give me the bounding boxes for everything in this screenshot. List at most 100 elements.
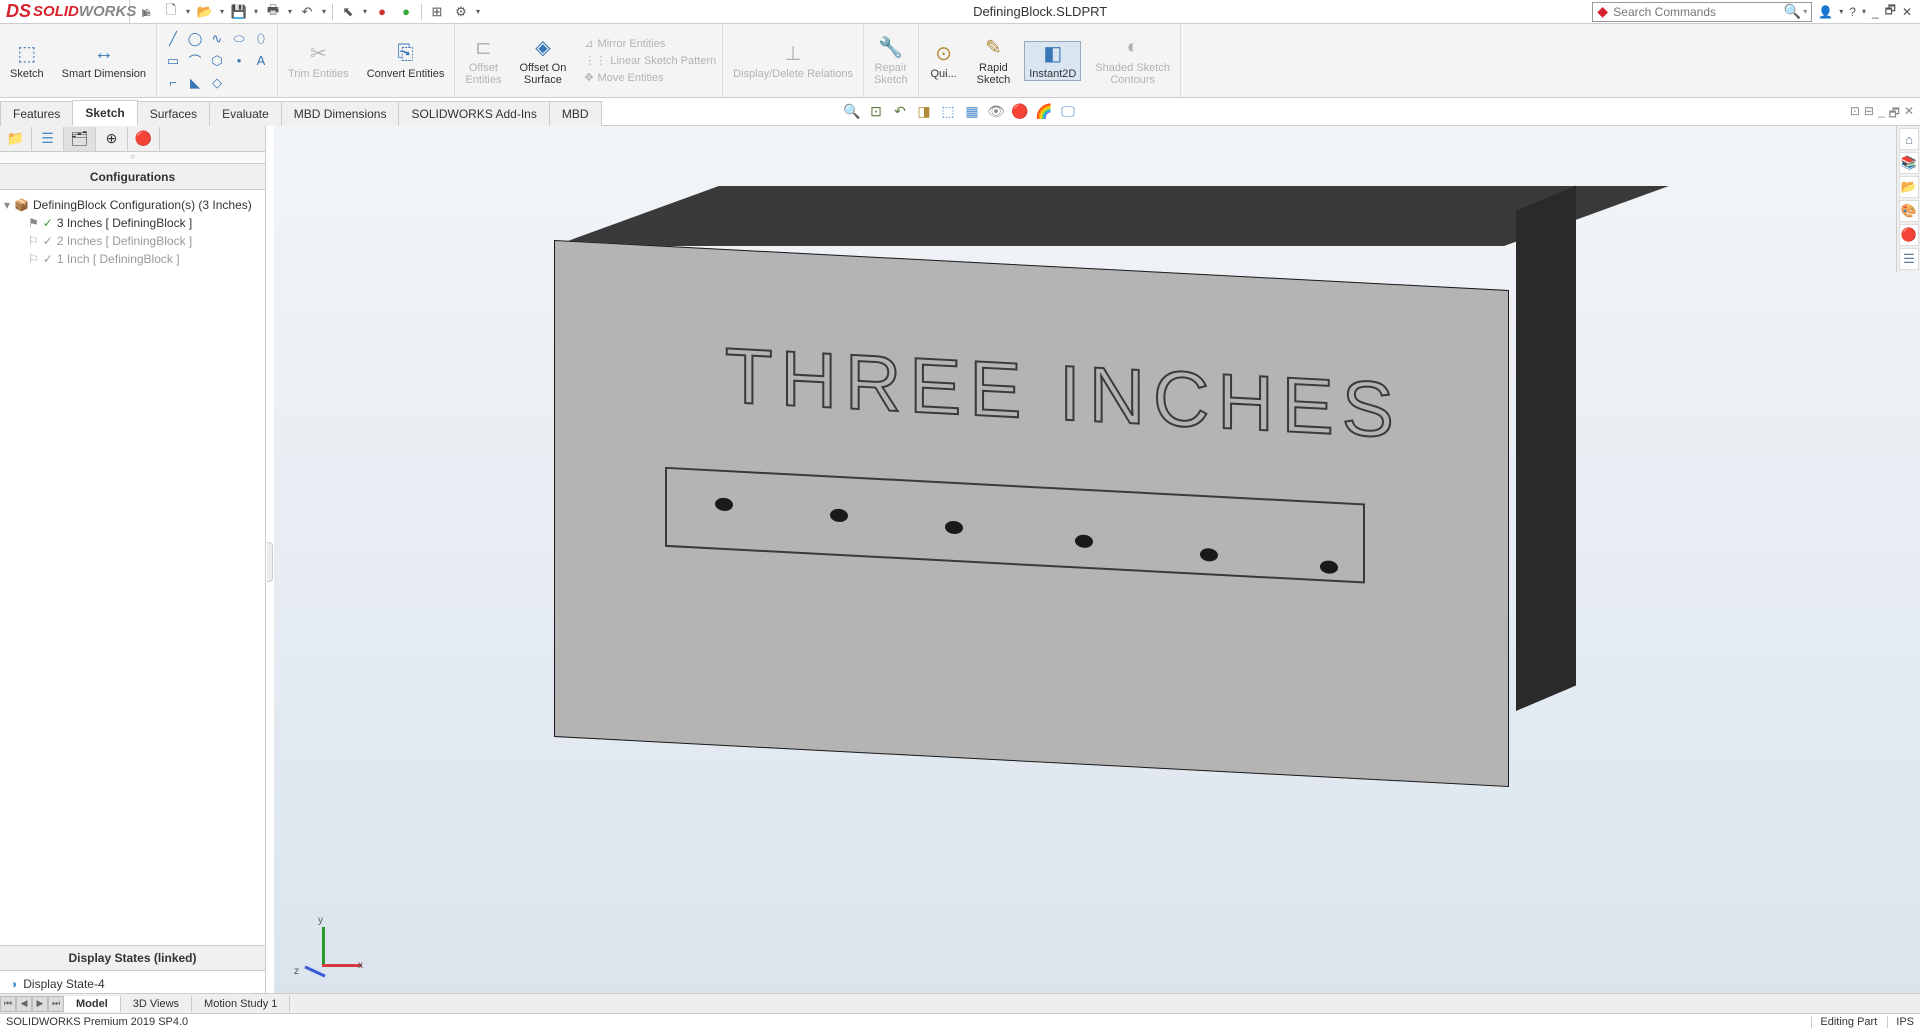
sketch-button[interactable]: ⬚ Sketch bbox=[6, 42, 48, 80]
dropdown-icon[interactable]: ▾ bbox=[252, 2, 260, 22]
open-icon[interactable]: 📂 bbox=[194, 2, 216, 22]
point-tool-icon[interactable]: • bbox=[229, 51, 249, 71]
undo-icon[interactable]: ↶ bbox=[296, 2, 318, 22]
fillet-tool-icon[interactable]: ⌐ bbox=[163, 73, 183, 93]
slot-tool-icon[interactable]: ⬭ bbox=[229, 29, 249, 49]
search-input[interactable] bbox=[1613, 5, 1784, 19]
config-root[interactable]: ▾ 📦 DefiningBlock Configuration(s) (3 In… bbox=[4, 196, 261, 214]
view-orientation-icon[interactable]: ⬚ bbox=[939, 102, 957, 120]
apply-scene-icon[interactable]: 🌈 bbox=[1035, 102, 1053, 120]
instant2d-button[interactable]: ◧ Instant2D bbox=[1024, 41, 1081, 81]
appearances-icon[interactable]: 🔴 bbox=[1899, 224, 1919, 246]
file-explorer-icon[interactable]: 📂 bbox=[1899, 176, 1919, 198]
user-icon[interactable]: 👤 bbox=[1818, 5, 1833, 19]
previous-view-icon[interactable]: ↶ bbox=[891, 102, 909, 120]
status-units[interactable]: IPS bbox=[1887, 1016, 1914, 1028]
child-restore-icon[interactable]: 🗗 bbox=[1889, 104, 1900, 125]
rapid-label: Rapid Sketch bbox=[977, 62, 1011, 86]
nav-first-icon[interactable]: ⏮ bbox=[0, 996, 16, 1012]
tab-evaluate[interactable]: Evaluate bbox=[209, 101, 282, 126]
custom-props-icon[interactable]: ☰ bbox=[1899, 248, 1919, 270]
rebuild-all-icon[interactable]: ● bbox=[395, 2, 417, 22]
zoom-fit-icon[interactable]: 🔍 bbox=[843, 102, 861, 120]
ellipse-tool-icon[interactable]: ⬯ bbox=[251, 29, 271, 49]
tab-surfaces[interactable]: Surfaces bbox=[137, 101, 210, 126]
panel-splitter[interactable] bbox=[266, 126, 274, 997]
tab-3d-views[interactable]: 3D Views bbox=[121, 996, 192, 1012]
child-minimize-icon[interactable]: _ bbox=[1878, 104, 1885, 125]
rapid-sketch-button[interactable]: ✎ Rapid Sketch bbox=[973, 36, 1015, 86]
search-dropdown-icon[interactable]: ▾ bbox=[1803, 7, 1807, 16]
smart-dimension-button[interactable]: ↔ Smart Dimension bbox=[58, 42, 150, 80]
child-close-icon[interactable]: ✕ bbox=[1904, 104, 1914, 125]
config-item-3in[interactable]: ⚑ ✓ 3 Inches [ DefiningBlock ] bbox=[4, 214, 261, 232]
dropdown-icon[interactable]: ▾ bbox=[361, 2, 369, 22]
line-tool-icon[interactable]: ╱ bbox=[163, 29, 183, 49]
design-library-icon[interactable]: 📚 bbox=[1899, 152, 1919, 174]
tab-mbd[interactable]: MBD bbox=[549, 101, 602, 126]
feature-tree-icon[interactable]: 📁 bbox=[0, 127, 32, 151]
dimxpert-icon[interactable]: ⊕ bbox=[96, 127, 128, 151]
tab-model[interactable]: Model bbox=[64, 996, 121, 1012]
zoom-area-icon[interactable]: ⊡ bbox=[867, 102, 885, 120]
restore-icon[interactable]: 🗗 bbox=[1885, 1, 1896, 22]
home-icon[interactable]: ⌂ bbox=[136, 2, 158, 22]
config-item-2in[interactable]: ⚐ ✓ 2 Inches [ DefiningBlock ] bbox=[4, 232, 261, 250]
print-icon[interactable]: 🖶 bbox=[262, 2, 284, 22]
display-style-icon[interactable]: ▦ bbox=[963, 102, 981, 120]
dropdown-icon[interactable]: ▾ bbox=[320, 2, 328, 22]
save-icon[interactable]: 💾 bbox=[228, 2, 250, 22]
settings-icon[interactable]: ⚙ bbox=[450, 2, 472, 22]
dropdown-icon[interactable]: ▾ bbox=[286, 2, 294, 22]
resources-icon[interactable]: ⌂ bbox=[1899, 128, 1919, 150]
hide-show-icon[interactable]: 👁 bbox=[987, 102, 1005, 120]
new-icon[interactable]: 🗋 bbox=[160, 2, 182, 22]
quick-snaps-button[interactable]: ⊙ Qui... bbox=[925, 42, 963, 80]
plane-tool-icon[interactable]: ◇ bbox=[207, 73, 227, 93]
convert-entities-button[interactable]: ⎘ Convert Entities bbox=[363, 42, 449, 80]
nav-last-icon[interactable]: ⏭ bbox=[48, 996, 64, 1012]
graphics-viewport[interactable]: THREE INCHES y x z bbox=[274, 126, 1920, 997]
orientation-triad[interactable]: y x z bbox=[294, 917, 354, 977]
close-icon[interactable]: ✕ bbox=[1902, 5, 1912, 19]
dropdown-icon[interactable]: ▾ bbox=[184, 2, 192, 22]
tab-addins[interactable]: SOLIDWORKS Add-Ins bbox=[398, 101, 549, 126]
rebuild-icon[interactable]: ● bbox=[371, 2, 393, 22]
circle-tool-icon[interactable]: ◯ bbox=[185, 29, 205, 49]
options-icon[interactable]: ⊞ bbox=[426, 2, 448, 22]
text-tool-icon[interactable]: A bbox=[251, 51, 271, 71]
tab-mbd-dimensions[interactable]: MBD Dimensions bbox=[281, 101, 400, 126]
search-commands-box[interactable]: ◆ 🔍 ▾ bbox=[1592, 2, 1812, 22]
spline-tool-icon[interactable]: ∿ bbox=[207, 29, 227, 49]
edit-appearance-icon[interactable]: 🔴 bbox=[1011, 102, 1029, 120]
tab-motion-study[interactable]: Motion Study 1 bbox=[192, 996, 290, 1012]
offset-label: Offset Entities bbox=[465, 62, 501, 86]
offset-surface-button[interactable]: ◈ Offset On Surface bbox=[515, 36, 570, 86]
rect-tool-icon[interactable]: ▭ bbox=[163, 51, 183, 71]
toggle-icon[interactable]: ⊡ bbox=[1850, 104, 1860, 125]
toggle2-icon[interactable]: ⊟ bbox=[1864, 104, 1874, 125]
dropdown-icon[interactable]: ▾ bbox=[474, 2, 482, 22]
arc-tool-icon[interactable]: ⌒ bbox=[185, 51, 205, 71]
convert-icon: ⎘ bbox=[398, 42, 414, 66]
search-icon[interactable]: 🔍 bbox=[1784, 3, 1801, 20]
nav-prev-icon[interactable]: ◀ bbox=[16, 996, 32, 1012]
chamfer-tool-icon[interactable]: ◣ bbox=[185, 73, 205, 93]
expand-icon[interactable]: ▾ bbox=[4, 198, 10, 212]
polygon-tool-icon[interactable]: ⬡ bbox=[207, 51, 227, 71]
panel-pin-handle[interactable]: ○ bbox=[0, 152, 265, 164]
section-view-icon[interactable]: ◨ bbox=[915, 102, 933, 120]
display-manager-icon[interactable]: 🔴 bbox=[128, 127, 160, 151]
dropdown-icon[interactable]: ▾ bbox=[218, 2, 226, 22]
tab-sketch[interactable]: Sketch bbox=[72, 100, 137, 126]
help-icon[interactable]: ? bbox=[1849, 5, 1856, 19]
view-settings-icon[interactable]: 🖵 bbox=[1059, 102, 1077, 120]
config-item-1in[interactable]: ⚐ ✓ 1 Inch [ DefiningBlock ] bbox=[4, 250, 261, 268]
view-palette-icon[interactable]: 🎨 bbox=[1899, 200, 1919, 222]
minimize-icon[interactable]: _ bbox=[1872, 5, 1879, 19]
property-manager-icon[interactable]: ☰ bbox=[32, 127, 64, 151]
configuration-manager-icon[interactable]: 🗂 bbox=[64, 127, 96, 151]
nav-next-icon[interactable]: ▶ bbox=[32, 996, 48, 1012]
tab-features[interactable]: Features bbox=[0, 101, 73, 126]
select-icon[interactable]: ⬉ bbox=[337, 2, 359, 22]
